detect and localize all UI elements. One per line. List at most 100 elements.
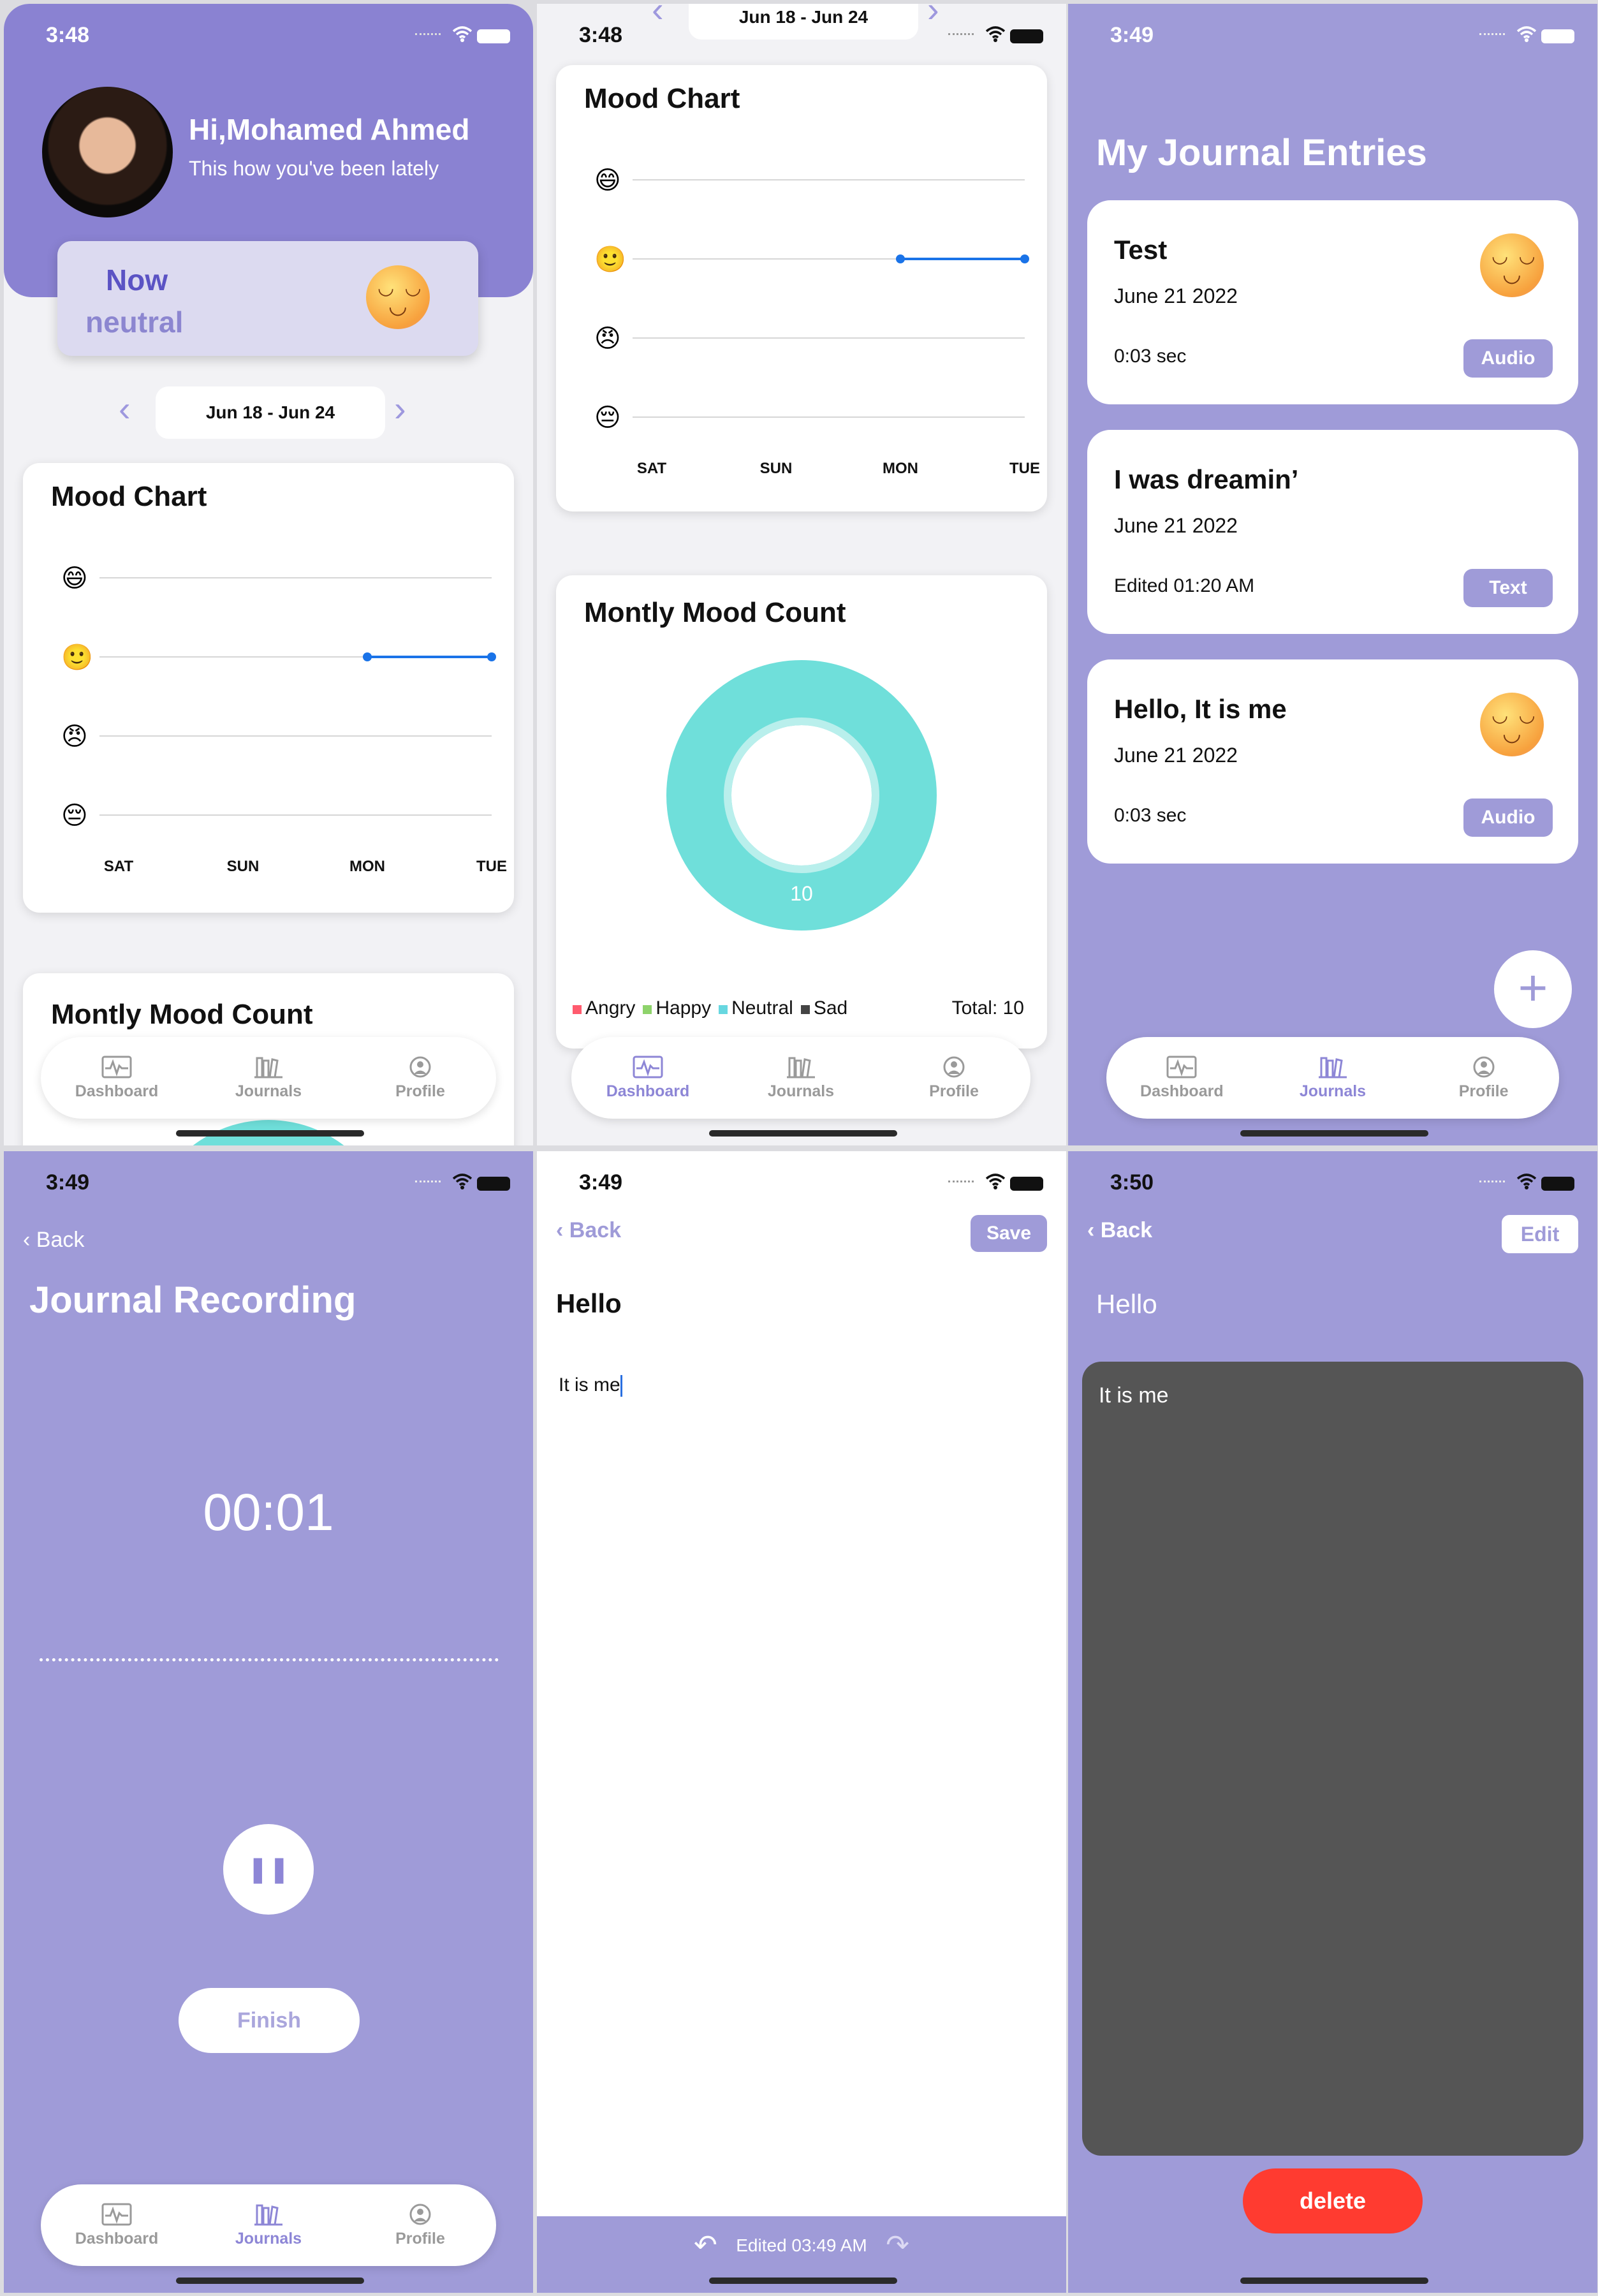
back-label: Back xyxy=(1100,1218,1153,1242)
tab-journals[interactable]: Journals xyxy=(1269,1056,1396,1101)
battery-icon xyxy=(477,1177,510,1191)
journal-entry-card[interactable]: Hello, It is me June 21 2022 0:03 sec Au… xyxy=(1087,659,1578,864)
home-indicator xyxy=(176,1130,364,1137)
tab-journals-label: Journals xyxy=(767,1082,835,1100)
home-indicator xyxy=(709,2278,897,2284)
dashboard-scrolled-screen: Jun 18 - Jun 24 ‹ › 3:48 Mood Chart 😄 🙂 😠 😔… xyxy=(537,4,1066,1145)
text-caret xyxy=(620,1375,622,1397)
page-title: Journal Recording xyxy=(29,1279,356,1321)
tab-profile[interactable]: Profile xyxy=(890,1056,1018,1101)
entry-meta: 0:03 sec xyxy=(1114,346,1187,367)
body-field[interactable]: It is me xyxy=(559,1374,622,1397)
mood-chart-card: Mood Chart 😄 🙂 😠 😔 SAT SUN MON TUE xyxy=(556,65,1047,511)
dashboard-icon xyxy=(633,1056,663,1078)
entry-title: Hello xyxy=(1096,1289,1157,1319)
chevron-right-icon[interactable]: › xyxy=(394,388,406,429)
recording-timer: 00:01 xyxy=(203,1483,334,1542)
journal-entry-card[interactable]: Test June 21 2022 0:03 sec Audio xyxy=(1087,200,1578,404)
week-range[interactable]: Jun 18 - Jun 24 xyxy=(156,386,385,439)
tab-journals[interactable]: Journals xyxy=(205,1056,332,1101)
profile-icon xyxy=(409,2204,431,2225)
entry-date: June 21 2022 xyxy=(1114,284,1238,307)
battery-icon xyxy=(477,29,510,43)
tab-bar: Dashboard Journals Profile xyxy=(571,1037,1030,1119)
sad-icon: 😔 xyxy=(594,404,621,432)
slight-smile-icon: 🙂 xyxy=(61,644,93,672)
tab-dashboard[interactable]: Dashboard xyxy=(53,2203,180,2248)
grinning-icon: 😄 xyxy=(61,564,88,592)
donut-legend: Angry Happy Neutral Sad xyxy=(573,997,847,1019)
x-tick-label: TUE xyxy=(476,858,507,875)
entry-type-badge: Audio xyxy=(1463,339,1553,378)
series-point xyxy=(1020,254,1029,263)
legend-item: Angry xyxy=(573,997,635,1019)
signal-icon xyxy=(415,33,441,40)
tab-dashboard[interactable]: Dashboard xyxy=(1118,1056,1245,1101)
title-field[interactable]: Hello xyxy=(556,1288,622,1319)
pause-button[interactable]: ❚❚ xyxy=(223,1824,314,1915)
journals-icon xyxy=(254,1057,282,1078)
save-button[interactable]: Save xyxy=(971,1215,1047,1252)
back-label: Back xyxy=(36,1228,85,1252)
tab-dashboard-label: Dashboard xyxy=(75,1082,159,1100)
tab-journals[interactable]: Journals xyxy=(737,1056,865,1101)
delete-button[interactable]: delete xyxy=(1243,2168,1423,2233)
tab-profile[interactable]: Profile xyxy=(356,1056,484,1101)
tab-profile-label: Profile xyxy=(1458,1082,1509,1100)
status-time: 3:49 xyxy=(1110,23,1154,47)
tab-dashboard[interactable]: Dashboard xyxy=(584,1056,712,1101)
legend-swatch xyxy=(719,1005,728,1014)
back-button[interactable]: ‹ Back xyxy=(1087,1218,1152,1243)
edited-label: Edited 03:49 AM xyxy=(736,2235,867,2255)
grinning-icon: 😄 xyxy=(594,166,621,195)
battery-icon xyxy=(1010,1177,1043,1191)
legend-label: Angry xyxy=(585,997,636,1019)
journal-entry-card[interactable]: I was dreamin’ June 21 2022 Edited 01:20… xyxy=(1087,430,1578,634)
mood-count-title: Montly Mood Count xyxy=(51,999,313,1030)
back-button[interactable]: ‹ Back xyxy=(23,1228,84,1253)
tab-bar: Dashboard Journals Profile xyxy=(41,2184,496,2266)
battery-icon xyxy=(1541,1177,1574,1191)
wifi-icon xyxy=(985,1174,1006,1189)
smiling-face-icon xyxy=(366,265,430,329)
dashboard-icon xyxy=(101,1056,132,1078)
journals-icon xyxy=(787,1057,815,1078)
status-bar: 3:49 xyxy=(537,1170,1066,1202)
chevron-left-icon[interactable]: ‹ xyxy=(119,388,131,429)
wifi-icon xyxy=(1516,26,1537,42)
tab-dashboard[interactable]: Dashboard xyxy=(53,1056,180,1101)
journals-icon xyxy=(1318,1057,1347,1078)
legend-label: Neutral xyxy=(731,997,793,1019)
avatar[interactable] xyxy=(42,87,173,217)
greeting-subtitle: This how you've been lately xyxy=(189,157,439,180)
entry-type-badge: Audio xyxy=(1463,798,1553,837)
add-entry-button[interactable]: + xyxy=(1494,950,1572,1028)
detail-screen: 3:50 ‹ Back Edit Hello It is me delete xyxy=(1068,1151,1597,2293)
status-bar: 3:48 xyxy=(537,23,1066,55)
dashboard-icon xyxy=(1166,1056,1197,1078)
tab-journals[interactable]: Journals xyxy=(205,2203,332,2248)
tab-profile[interactable]: Profile xyxy=(356,2203,484,2248)
tab-profile[interactable]: Profile xyxy=(1420,1056,1548,1101)
redo-icon[interactable]: ↷ xyxy=(886,2229,909,2262)
entry-body: It is me xyxy=(1099,1383,1169,1408)
edit-button[interactable]: Edit xyxy=(1502,1215,1578,1253)
entry-meta: 0:03 sec xyxy=(1114,805,1187,826)
profile-icon xyxy=(1473,1056,1495,1077)
angry-icon: 😠 xyxy=(61,723,88,751)
donut-total: Total: 10 xyxy=(951,997,1024,1019)
tab-dashboard-label: Dashboard xyxy=(606,1082,690,1100)
status-time: 3:48 xyxy=(46,23,90,47)
journals-icon xyxy=(254,2204,282,2225)
signal-icon xyxy=(948,1181,974,1187)
back-button[interactable]: ‹ Back xyxy=(556,1218,621,1243)
entry-type-badge: Text xyxy=(1463,569,1553,607)
back-label: Back xyxy=(569,1218,622,1242)
status-bar: 3:49 xyxy=(1068,23,1597,55)
chevron-left-icon: ‹ xyxy=(23,1228,36,1252)
status-time: 3:49 xyxy=(579,1170,623,1195)
journals-screen: 3:49 My Journal Entries Test June 21 202… xyxy=(1068,4,1597,1145)
x-tick-label: TUE xyxy=(1009,460,1040,477)
finish-button[interactable]: Finish xyxy=(179,1988,360,2053)
tab-dashboard-label: Dashboard xyxy=(75,2229,159,2248)
